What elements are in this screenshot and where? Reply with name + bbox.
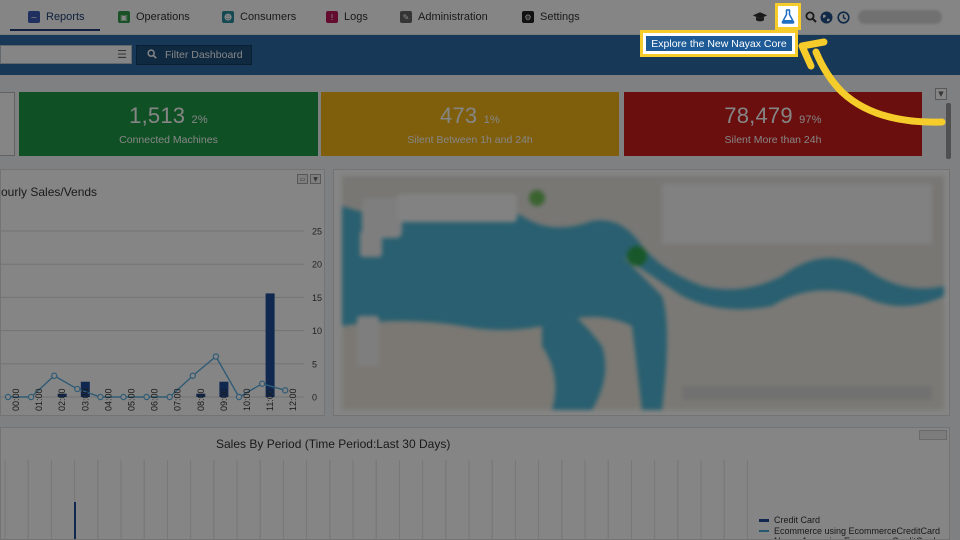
machines-map-panel[interactable] [333,169,950,416]
bar [265,293,275,397]
x-tick-label: 04:00 [103,388,113,411]
line-point [4,393,12,401]
y-tick-label: 20 [312,260,322,270]
sales-by-period-panel: Sales By Period (Time Period:Last 30 Day… [0,427,950,540]
map-canvas[interactable] [342,176,944,410]
line-point [74,385,81,393]
chart-title: Sales By Period (Time Period:Last 30 Day… [216,437,451,451]
x-tick-label: 10:00 [242,388,252,411]
line-point [51,372,58,379]
legend-swatch [759,529,769,532]
download-icon[interactable]: ▼ [310,174,321,184]
x-tick-label: 02:00 [57,388,67,411]
kpi-card-silent-1h-24h[interactable]: 473 1% Silent Between 1h and 24h [321,92,619,156]
flask-icon[interactable] [775,3,801,30]
kpi-percent: 1% [483,114,500,126]
kpi-card-partial [0,92,15,156]
tab-administration[interactable]: ✎ Administration [400,0,488,34]
x-tick-label: 07:00 [173,388,183,411]
reports-icon: ~ [28,11,40,23]
line-point [258,380,266,387]
y-tick-label: 25 [312,227,322,237]
x-tick-label: 11:00 [265,389,275,411]
logs-icon: ! [326,11,338,23]
callout-label: Explore the New Nayax Core [646,36,792,51]
globe-icon[interactable] [818,9,834,25]
x-tick-label: 03:00 [80,388,90,411]
kpi-value: 1,513 [129,103,186,128]
y-tick-label: 10 [312,326,322,336]
kpi-percent: 2% [191,114,208,126]
x-tick-label: 05:00 [127,388,137,411]
user-menu[interactable] [858,10,942,24]
line-point [189,372,196,379]
top-navigation: ~ Reports ▣ Operations ☻ Consumers ! Log… [0,0,960,34]
tab-consumers[interactable]: ☻ Consumers [222,0,296,34]
history-icon[interactable] [835,9,851,25]
x-tick-label: 00:00 [11,388,21,411]
expand-icon[interactable]: ▭ [297,174,308,184]
tab-logs[interactable]: ! Logs [326,0,368,34]
hourly-sales-chart: 0 5 10 15 20 25 00:00 01:00 02:00 03:00 04:00 05:00… [1,227,322,411]
administration-icon: ✎ [400,11,412,23]
line-point [27,393,35,401]
kpi-label: Silent Between 1h and 24h [407,134,533,146]
legend-item[interactable]: Credit Card [759,515,940,526]
tab-label: Logs [344,11,368,23]
legend-label: Ecommerce using EcommerceCreditCard [774,525,941,536]
legend-label: Nayax App using EcommerceCreditCard [774,536,936,539]
x-tick-label: 09:00 [219,388,229,411]
kpi-card-connected[interactable]: 1,513 2% Connected Machines [19,92,318,156]
tab-label: Operations [136,11,190,23]
graduation-cap-icon[interactable] [752,9,768,25]
kpi-value: 78,479 [724,103,793,128]
tab-label: Consumers [240,11,297,23]
kpi-label: Connected Machines [119,134,218,146]
legend-swatch [759,519,769,522]
kpi-value: 473 [440,103,478,128]
line-point [120,393,127,401]
x-tick-label: 06:00 [150,388,160,411]
line-point [143,393,150,401]
line-point [235,393,243,401]
panel-toolbar[interactable] [919,430,947,440]
tab-label: Settings [540,11,580,23]
search-icon[interactable] [803,9,819,25]
pointer-arrow-icon [798,38,946,126]
tab-operations[interactable]: ▣ Operations [118,0,190,34]
y-tick-label: 15 [312,293,322,303]
x-tick-label: 12:00 [288,388,298,411]
y-tick-label: 0 [312,393,317,403]
dashboard-content: 1,513 2% Connected Machines 473 1% Silen… [0,75,960,540]
legend-label: Credit Card [774,515,821,525]
tab-label: Reports [46,11,85,23]
operations-icon: ▣ [118,11,130,23]
line-point [212,353,220,360]
list-icon[interactable]: ☰ [117,48,127,61]
tab-label: Administration [418,11,488,23]
line-point [97,393,104,401]
tab-reports[interactable]: ~ Reports [10,0,100,34]
filter-button-label: Filter Dashboard [165,49,243,61]
x-tick-label: 01:00 [34,388,44,411]
legend-item[interactable]: Ecommerce using EcommerceCreditCard [759,526,940,537]
sales-by-period-chart [4,460,748,539]
x-tick-label: 08:00 [196,388,206,411]
line-point [282,387,289,394]
consumers-icon: ☻ [222,11,234,23]
y-tick-label: 5 [312,359,317,369]
chart-legend: Credit Card Ecommerce using EcommerceCred… [759,515,940,539]
settings-icon: ⚙ [522,11,534,23]
filter-dashboard-button[interactable]: Filter Dashboard [136,45,252,65]
tab-settings[interactable]: ⚙ Settings [522,0,580,34]
legend-item[interactable]: Nayax App using EcommerceCreditCard [759,536,940,539]
hourly-sales-panel: ourly Sales/Vends ▭ ▼ 0 5 10 15 20 25 00:00 01:… [0,169,325,416]
search-icon [147,48,157,62]
explore-new-core-callout[interactable]: Explore the New Nayax Core [640,30,798,57]
line-point [166,393,173,401]
filter-input[interactable]: ☰ [0,45,132,64]
